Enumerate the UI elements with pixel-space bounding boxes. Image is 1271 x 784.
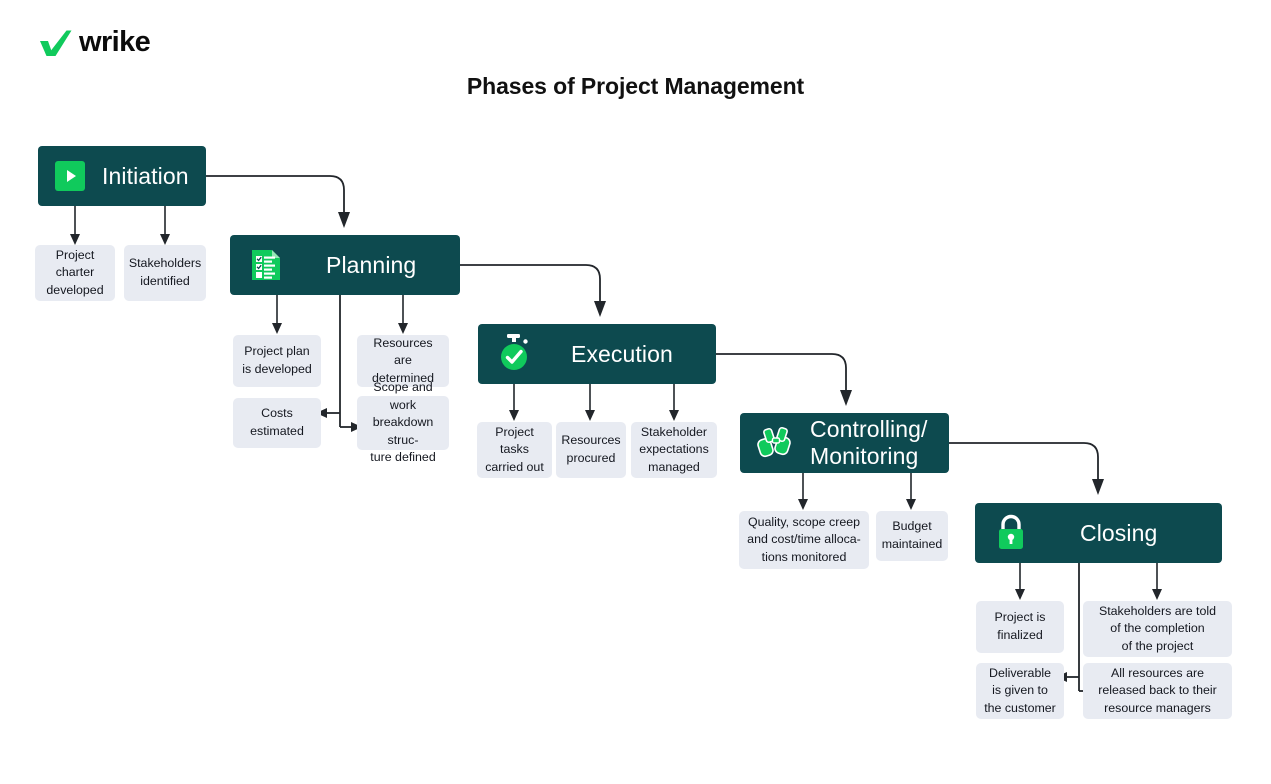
sub-box-resources-procured: Resources procured	[556, 422, 626, 478]
connector-layer	[70, 175, 1162, 696]
wrike-logo: wrike	[38, 26, 151, 58]
phase-box-planning[interactable]: Planning	[230, 235, 460, 295]
connector-initiation-planning	[206, 175, 345, 214]
phase-box-execution[interactable]: Execution	[478, 324, 716, 384]
sub-box-stakeholders-identified: Stakeholders identified	[124, 245, 206, 301]
sub-box-project-charter-developed: Project charter developed	[35, 245, 115, 301]
stopwatch-check-icon	[495, 333, 535, 375]
sub-box-project-is-finalized: Project is finalized	[976, 601, 1064, 653]
sub-box-all-resources-released-back: All resources are released back to their…	[1083, 663, 1232, 719]
connector-execution-controlling	[716, 353, 847, 392]
phase-label-closing: Closing	[1080, 519, 1158, 546]
sub-box-scope-and-work-breakdown-structure-defined: Scope and work breakdown struc- ture def…	[357, 380, 449, 464]
sub-box-quality-scope-creep-monitored: Quality, scope creep and cost/time alloc…	[739, 511, 869, 569]
phase-box-closing[interactable]: Closing	[975, 503, 1222, 563]
wrike-check-icon	[40, 30, 72, 56]
page-title: Phases of Project Management	[466, 73, 805, 99]
padlock-icon	[995, 514, 1027, 552]
play-icon	[55, 161, 85, 191]
sub-box-project-plan-is-developed: Project plan is developed	[233, 335, 321, 387]
phase-label-execution: Execution	[571, 340, 673, 367]
checklist-document-icon	[248, 247, 284, 283]
sub-box-costs-estimated: Costs estimated	[233, 398, 321, 448]
wrike-wordmark: wrike	[79, 26, 151, 58]
connector-planning-execution	[460, 264, 601, 303]
phase-label-planning: Planning	[326, 251, 417, 278]
phase-box-controlling-monitoring[interactable]: Controlling/ Monitoring	[740, 413, 949, 473]
sub-box-deliverable-is-given-to-the-customer: Deliverable is given to the customer	[976, 663, 1064, 719]
sub-box-project-tasks-carried-out: Project tasks carried out	[477, 422, 552, 478]
diagram-canvas: wrike Phases of Project Management Initi…	[0, 0, 1271, 784]
sub-box-stakeholder-expectations-managed: Stakeholder expectations managed	[631, 422, 717, 478]
binoculars-icon	[756, 425, 798, 461]
phase-label-controlling-monitoring: Controlling/ Monitoring	[810, 416, 928, 469]
connector-controlling-closing	[949, 442, 1099, 481]
sub-box-stakeholders-are-told-of-completion: Stakeholders are told of the completion …	[1083, 601, 1232, 657]
phase-label-initiation: Initiation	[102, 162, 189, 189]
phase-box-initiation[interactable]: Initiation	[38, 146, 206, 206]
sub-box-budget-maintained: Budget maintained	[876, 511, 948, 561]
